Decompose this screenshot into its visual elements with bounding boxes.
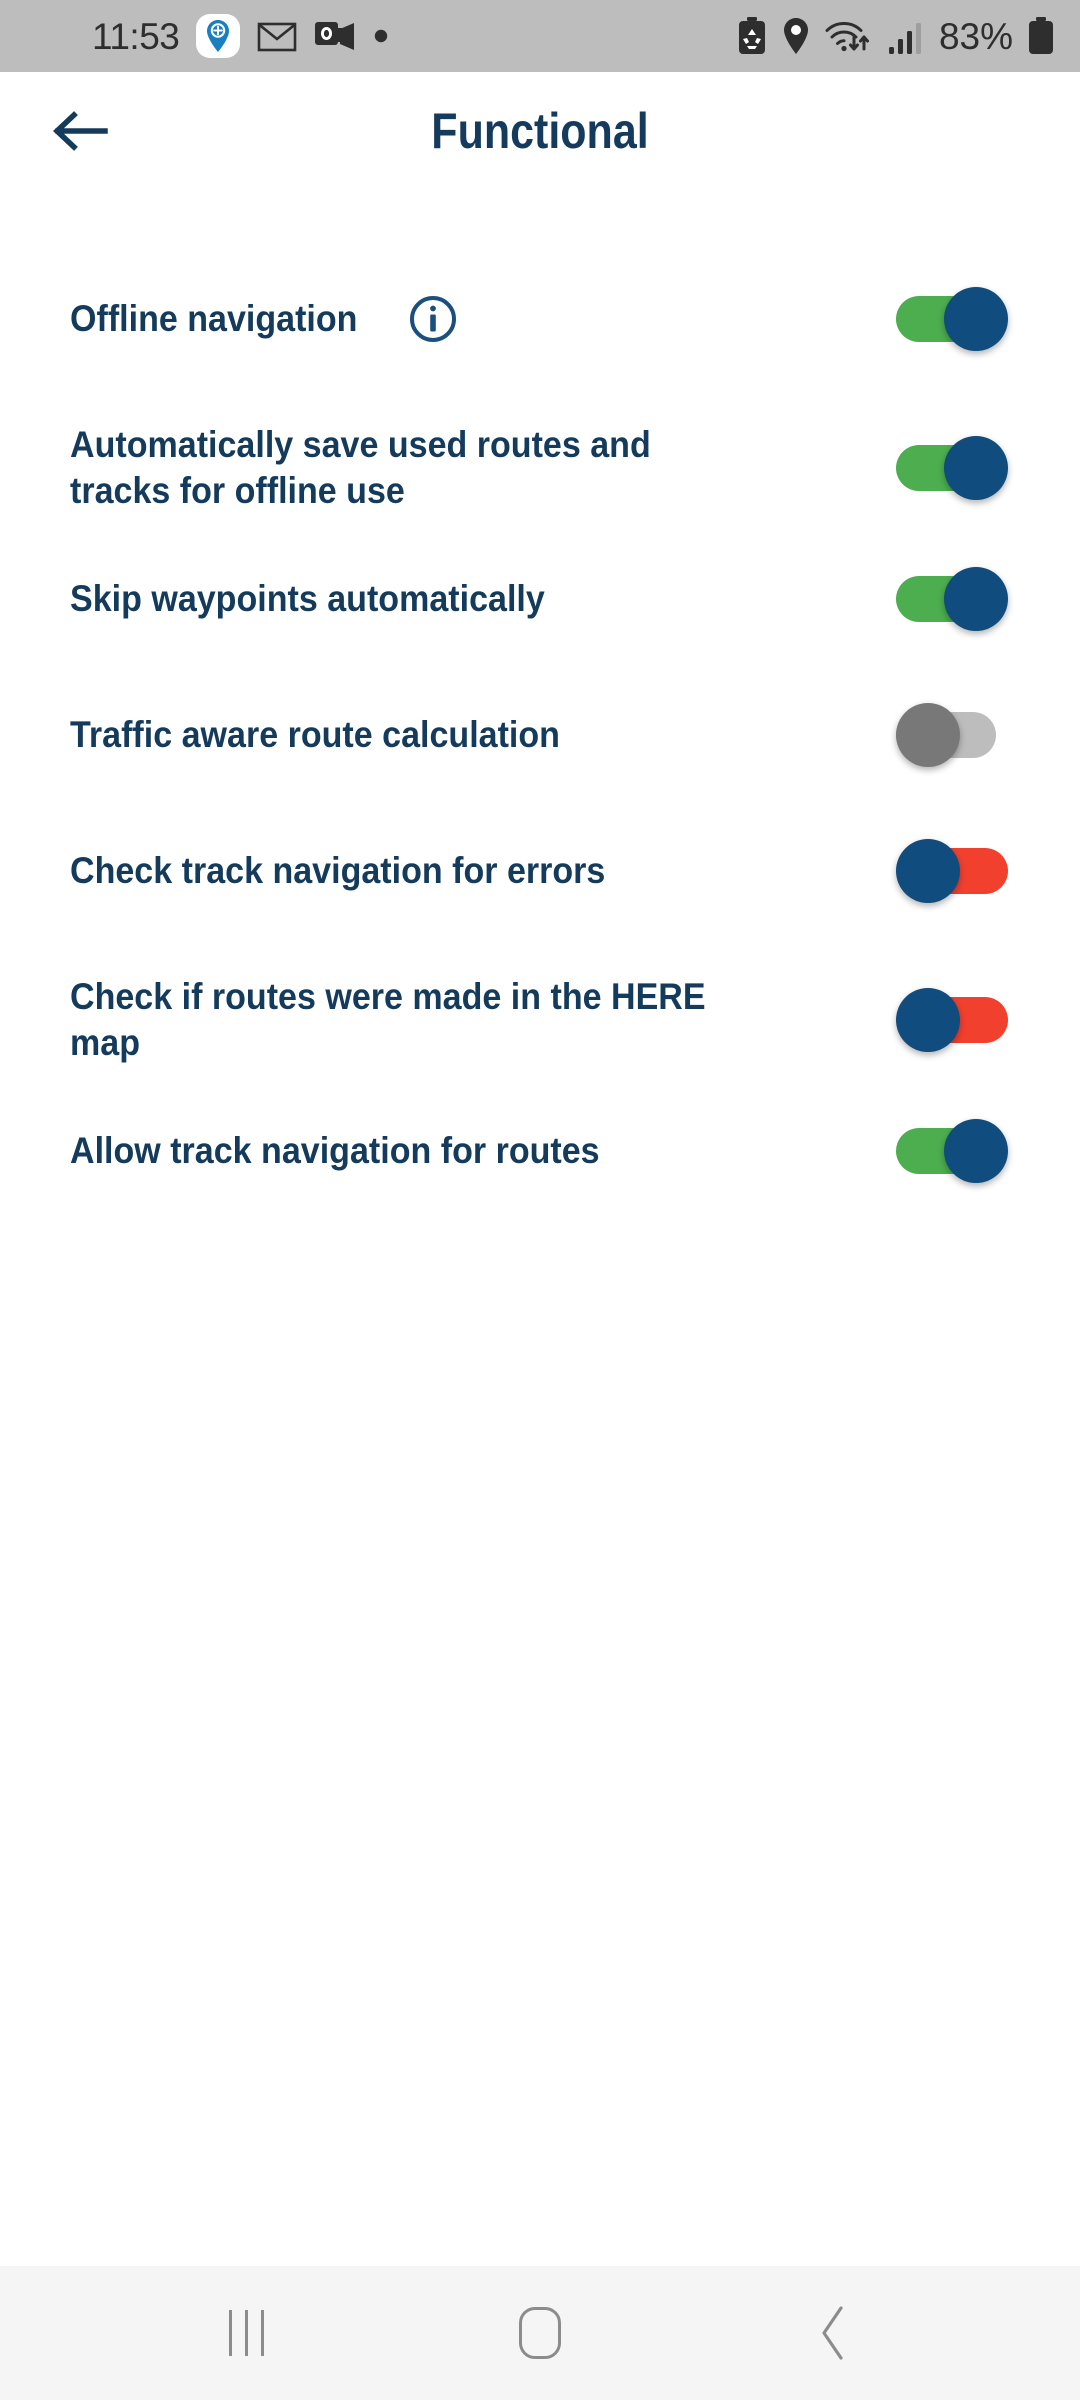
toggle-check-routes-here-map[interactable] bbox=[896, 987, 1008, 1052]
battery-percentage: 83% bbox=[938, 15, 1013, 57]
toggle-allow-track-navigation-routes[interactable] bbox=[896, 1118, 1008, 1183]
toggle-auto-save-routes-tracks[interactable] bbox=[896, 435, 1008, 500]
info-circle-icon[interactable] bbox=[408, 294, 458, 344]
recent-apps-icon bbox=[229, 2310, 265, 2356]
label-wrap: Skip waypoints automatically bbox=[70, 576, 896, 622]
label-wrap: Offline navigation bbox=[70, 294, 896, 344]
setting-row-traffic-aware-route-calculation[interactable]: Traffic aware route calculation bbox=[0, 702, 1080, 768]
status-bar-clock: 11:53 bbox=[92, 15, 180, 57]
toggle-thumb bbox=[944, 1118, 1008, 1183]
toggle-thumb bbox=[896, 987, 960, 1052]
setting-label: Allow track navigation for routes bbox=[70, 1129, 600, 1171]
system-navigation-bar bbox=[0, 2266, 1080, 2400]
app-header: Functional bbox=[0, 72, 1080, 190]
label-wrap: Automatically save used routes and track… bbox=[70, 422, 896, 514]
dot-icon bbox=[373, 28, 389, 44]
toggle-thumb bbox=[896, 838, 960, 903]
system-back-button[interactable] bbox=[768, 2278, 898, 2388]
battery-saver-icon bbox=[737, 17, 767, 55]
recent-apps-button[interactable] bbox=[182, 2278, 312, 2388]
battery-icon bbox=[1028, 17, 1054, 55]
status-bar-left: 11:53 bbox=[92, 14, 389, 58]
setting-row-skip-waypoints-automatically[interactable]: Skip waypoints automatically bbox=[0, 566, 1080, 632]
wifi-transfer-icon bbox=[825, 17, 873, 55]
setting-label: Offline navigation bbox=[70, 298, 358, 340]
setting-label: Automatically save used routes and track… bbox=[70, 424, 651, 511]
label-wrap: Traffic aware route calculation bbox=[70, 712, 896, 758]
toggle-check-track-navigation-errors[interactable] bbox=[896, 838, 1008, 903]
status-bar: 11:53 83% bbox=[0, 0, 1080, 72]
toggle-traffic-aware-route-calculation[interactable] bbox=[896, 702, 1008, 767]
setting-label: Check track navigation for errors bbox=[70, 849, 606, 891]
location-pin-badge-icon bbox=[196, 14, 241, 58]
toggle-skip-waypoints-automatically[interactable] bbox=[896, 566, 1008, 631]
page-title: Functional bbox=[431, 103, 649, 159]
setting-row-allow-track-navigation-routes[interactable]: Allow track navigation for routes bbox=[0, 1118, 1080, 1184]
label-wrap: Allow track navigation for routes bbox=[70, 1128, 896, 1174]
toggle-offline-navigation[interactable] bbox=[896, 287, 1008, 351]
setting-label: Traffic aware route calculation bbox=[70, 713, 560, 755]
chevron-left-icon bbox=[822, 2306, 843, 2360]
toggle-thumb bbox=[944, 287, 1008, 351]
setting-row-auto-save-routes-tracks[interactable]: Automatically save used routes and track… bbox=[0, 422, 1080, 514]
setting-label: Check if routes were made in the HERE ma… bbox=[70, 975, 706, 1063]
label-wrap: Check if routes were made in the HERE ma… bbox=[70, 974, 896, 1066]
setting-label: Skip waypoints automatically bbox=[70, 577, 545, 619]
toggle-thumb bbox=[944, 435, 1008, 500]
envelope-icon bbox=[257, 20, 297, 52]
home-button[interactable] bbox=[475, 2278, 605, 2388]
home-icon bbox=[518, 2307, 561, 2359]
location-icon bbox=[782, 17, 810, 55]
outlook-icon bbox=[314, 19, 356, 53]
signal-bars-icon bbox=[888, 17, 922, 55]
setting-row-check-track-navigation-errors[interactable]: Check track navigation for errors bbox=[0, 838, 1080, 904]
status-bar-right: 83% bbox=[737, 17, 1054, 55]
settings-list: Offline navigation Automatically save us… bbox=[0, 190, 1080, 2266]
label-wrap: Check track navigation for errors bbox=[70, 848, 896, 894]
toggle-thumb bbox=[896, 702, 960, 767]
setting-row-check-routes-here-map[interactable]: Check if routes were made in the HERE ma… bbox=[0, 974, 1080, 1066]
phone-screen: 11:53 83% Functional Offline navigation … bbox=[0, 0, 1080, 2400]
setting-row-offline-navigation[interactable]: Offline navigation bbox=[0, 286, 1080, 352]
toggle-thumb bbox=[944, 566, 1008, 631]
